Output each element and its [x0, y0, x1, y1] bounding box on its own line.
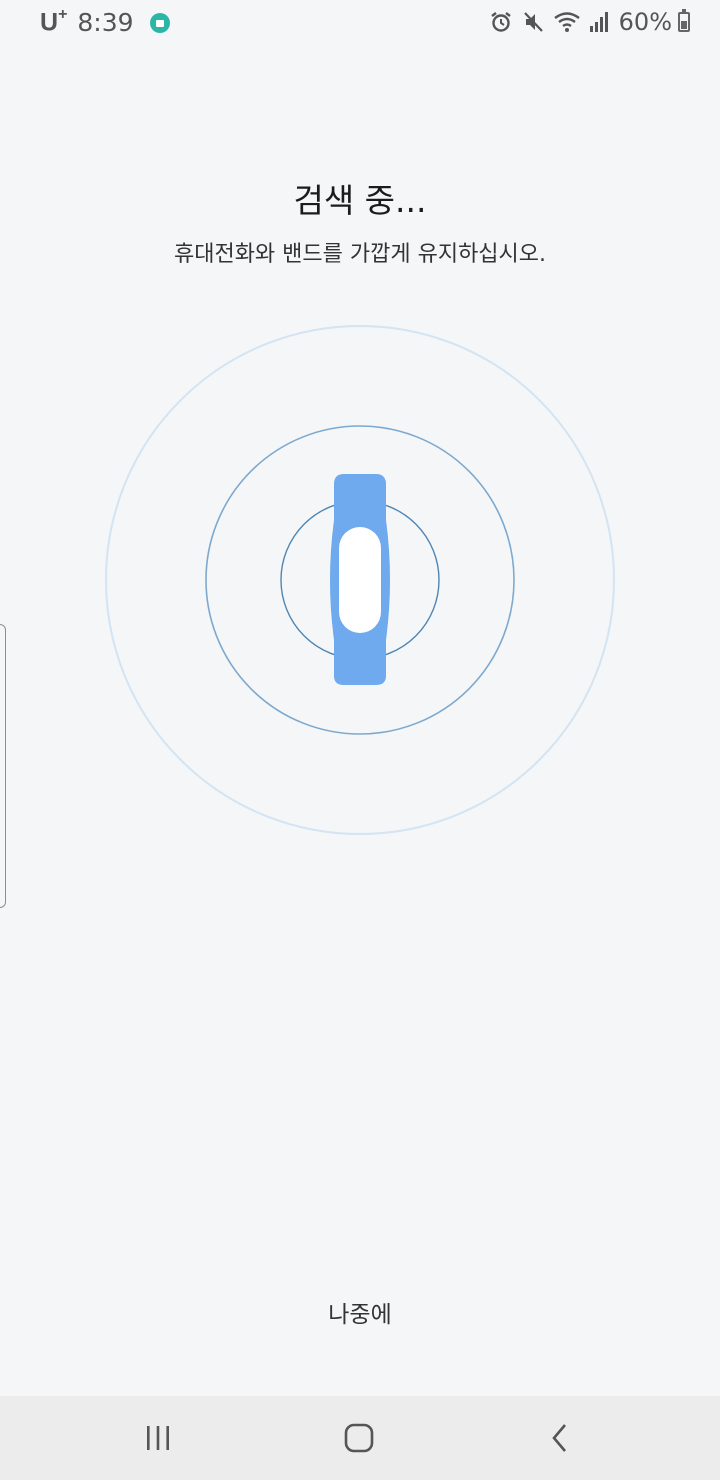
vpn-icon	[149, 12, 170, 33]
status-right: 60%	[481, 8, 690, 36]
navigation-bar	[0, 1396, 720, 1480]
page-subtitle: 휴대전화와 밴드를 가깝게 유지하십시오.	[173, 242, 547, 267]
status-bar: U+ 8:39 60%	[0, 0, 720, 44]
carrier-label: U+	[40, 6, 68, 37]
wifi-icon	[553, 10, 581, 34]
band-icon	[330, 474, 390, 685]
page-title: 검색 중...	[293, 181, 427, 220]
recent-apps-icon[interactable]	[128, 1418, 188, 1458]
band-screen	[339, 527, 381, 633]
home-icon[interactable]	[329, 1418, 389, 1458]
alarm-icon	[489, 10, 513, 34]
mute-icon	[521, 10, 545, 34]
battery-fill	[681, 21, 687, 29]
status-left: U+ 8:39	[40, 6, 170, 38]
battery-icon	[678, 9, 690, 32]
back-icon[interactable]	[530, 1418, 590, 1458]
edge-panel-handle[interactable]	[0, 624, 6, 908]
signal-icon	[589, 11, 611, 33]
status-time: 8:39	[77, 8, 134, 38]
later-button[interactable]: 나중에	[260, 1290, 460, 1340]
battery-percent: 60%	[618, 8, 672, 36]
search-animation	[100, 320, 620, 840]
